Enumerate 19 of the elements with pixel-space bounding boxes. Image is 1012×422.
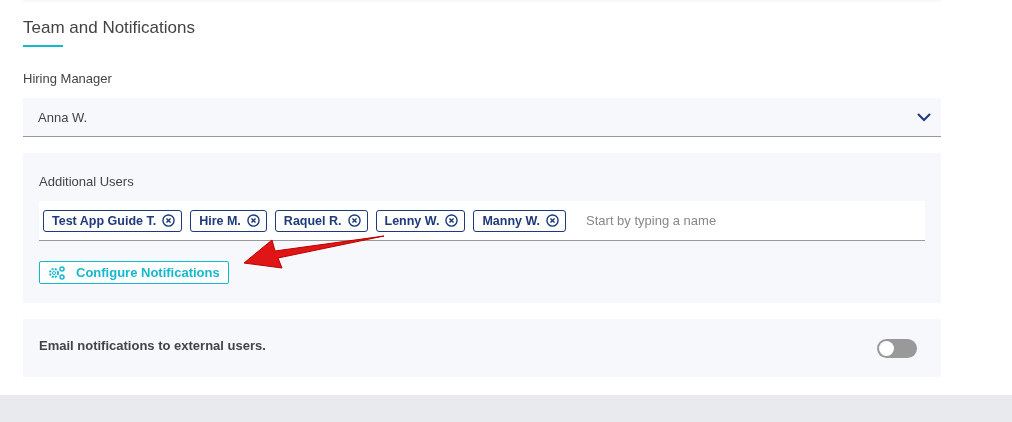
field-label: Additional Users: [39, 174, 134, 189]
toggle-switch[interactable]: [877, 338, 917, 358]
user-chip[interactable]: Raquel R.: [274, 209, 368, 232]
setting-label: Email notifications to external users.: [39, 337, 266, 353]
user-chip[interactable]: Hire M.: [190, 209, 267, 232]
remove-icon[interactable]: [546, 214, 560, 227]
users-field[interactable]: Test App Guide T. Hire M. Raquel R. Lenny W. Manny W. Start by typing a name: [39, 201, 925, 241]
field-label: Hiring Manager: [23, 71, 112, 86]
remove-icon[interactable]: [445, 214, 459, 227]
chevron-down-icon: [917, 112, 931, 122]
hiring-manager-select[interactable]: Anna W.: [23, 98, 941, 137]
user-chip[interactable]: Lenny W.: [375, 209, 466, 232]
user-chip[interactable]: Test App Guide T.: [43, 209, 183, 232]
gears-icon: [48, 265, 66, 280]
user-chip[interactable]: Manny W.: [473, 209, 567, 232]
remove-icon[interactable]: [162, 214, 176, 227]
remove-icon[interactable]: [347, 214, 361, 227]
remove-icon[interactable]: [246, 214, 260, 227]
section-title: Team and Notifications: [23, 18, 195, 39]
